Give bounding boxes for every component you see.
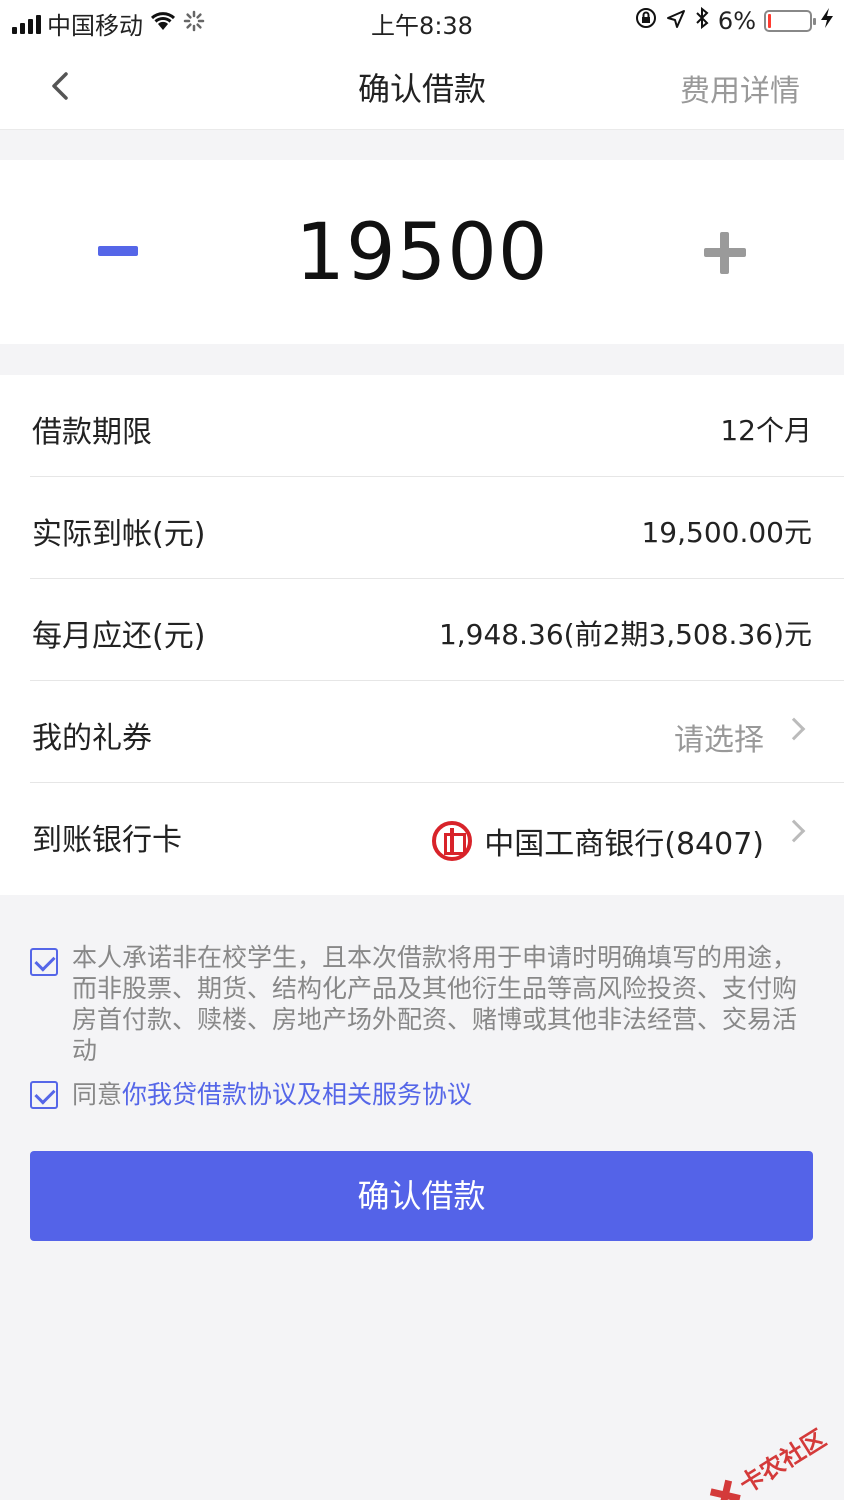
status-right: 6% — [634, 6, 834, 36]
fee-details-button[interactable]: 费用详情 — [680, 66, 800, 110]
amount-selector: 19500 — [0, 160, 844, 344]
battery-level — [768, 14, 771, 28]
coupon-row[interactable]: 我的礼券 请选择 — [30, 681, 844, 783]
bank-row[interactable]: 到账银行卡 中国工商银行(8407) — [30, 783, 844, 895]
status-bar: 中国移动 上午8:38 6% — [0, 0, 844, 42]
term-value: 12个月 — [720, 414, 812, 447]
plus-icon[interactable] — [704, 232, 746, 274]
monthly-label: 每月应还(元) — [32, 619, 206, 654]
promise-checkbox[interactable] — [30, 948, 58, 976]
coupon-label: 我的礼券 — [32, 721, 152, 756]
icbc-logo-icon — [432, 821, 473, 861]
charging-icon — [820, 7, 834, 35]
terms-text: 同意你我贷借款协议及相关服务协议 — [72, 1079, 814, 1110]
received-value: 19,500.00元 — [641, 516, 812, 549]
watermark: 卡农社区 — [703, 1419, 832, 1500]
battery-percent: 6% — [717, 7, 756, 35]
received-label: 实际到帐(元) — [32, 517, 206, 552]
location-icon — [666, 7, 686, 35]
terms-agreement: 同意你我贷借款协议及相关服务协议 — [30, 1079, 814, 1110]
loan-details-list: 借款期限 12个月 实际到帐(元) 19,500.00元 每月应还(元) 1,9… — [0, 375, 844, 895]
term-row: 借款期限 12个月 — [30, 375, 844, 477]
bank-value-group: 中国工商银行(8407) — [432, 819, 764, 863]
terms-checkbox[interactable] — [30, 1081, 58, 1109]
bank-label: 到账银行卡 — [32, 823, 182, 858]
monthly-value: 1,948.36(前2期3,508.36)元 — [438, 618, 812, 651]
promise-text: 本人承诺非在校学生，且本次借款将用于申请时明确填写的用途，而非股票、期货、结构化… — [72, 943, 798, 1065]
confirm-loan-button[interactable]: 确认借款 — [30, 1151, 813, 1241]
battery-icon — [764, 10, 816, 32]
bank-value: 中国工商银行(8407) — [484, 827, 764, 862]
watermark-text: 卡农社区 — [734, 1424, 831, 1499]
nav-bar: 确认借款 费用详情 — [0, 42, 844, 130]
received-row: 实际到帐(元) 19,500.00元 — [30, 477, 844, 579]
promise-agreement: 本人承诺非在校学生，且本次借款将用于申请时明确填写的用途，而非股票、期货、结构化… — [30, 942, 814, 1066]
orientation-lock-icon — [634, 6, 658, 36]
terms-prefix: 同意 — [72, 1080, 123, 1109]
term-label: 借款期限 — [32, 415, 152, 450]
bluetooth-icon — [694, 6, 710, 36]
chevron-right-icon — [782, 717, 806, 741]
chevron-right-icon — [782, 819, 806, 843]
terms-link[interactable]: 你我贷借款协议及相关服务协议 — [122, 1080, 472, 1109]
monthly-row: 每月应还(元) 1,948.36(前2期3,508.36)元 — [30, 579, 844, 681]
coupon-value: 请选择 — [674, 723, 764, 758]
